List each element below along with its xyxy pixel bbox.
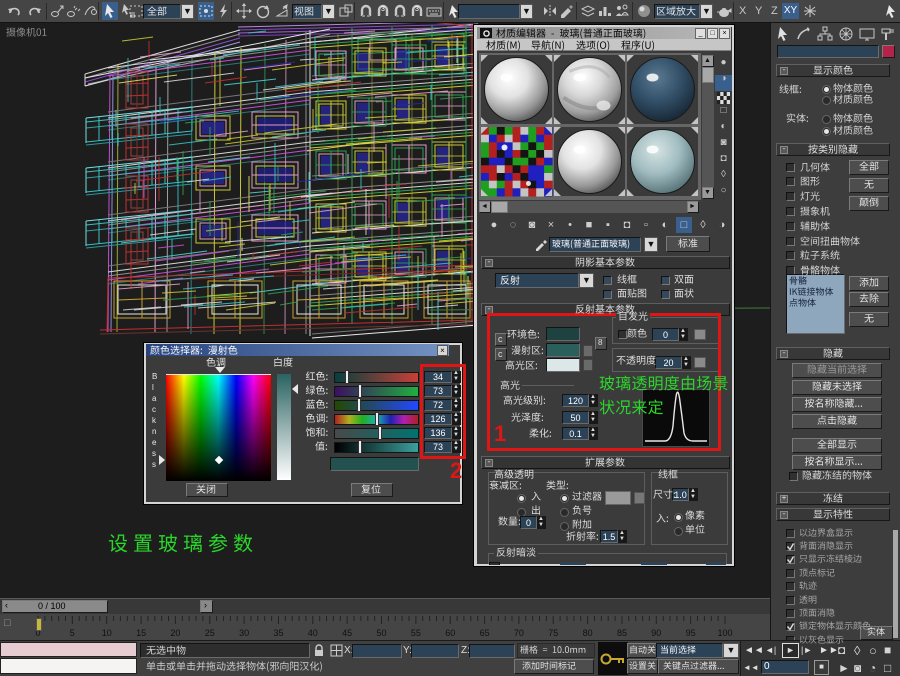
svg-text:100: 100 xyxy=(717,628,732,638)
svg-text:3: 3 xyxy=(381,6,385,13)
svg-text:45: 45 xyxy=(342,628,352,638)
svg-text:5: 5 xyxy=(70,628,75,638)
svg-text:10: 10 xyxy=(102,628,112,638)
svg-text:35: 35 xyxy=(273,628,283,638)
svg-text:25: 25 xyxy=(205,628,215,638)
svg-text:60: 60 xyxy=(445,628,455,638)
svg-text:85: 85 xyxy=(617,628,627,638)
svg-text:90: 90 xyxy=(651,628,661,638)
svg-text:40: 40 xyxy=(308,628,318,638)
svg-text:65: 65 xyxy=(480,628,490,638)
svg-text:30: 30 xyxy=(239,628,249,638)
svg-text:75: 75 xyxy=(548,628,558,638)
svg-text:20: 20 xyxy=(170,628,180,638)
svg-text:95: 95 xyxy=(686,628,696,638)
svg-text:3: 3 xyxy=(415,6,419,13)
svg-text:80: 80 xyxy=(583,628,593,638)
svg-text:55: 55 xyxy=(411,628,421,638)
svg-text:15: 15 xyxy=(136,628,146,638)
svg-text:70: 70 xyxy=(514,628,524,638)
svg-text:50: 50 xyxy=(376,628,386,638)
